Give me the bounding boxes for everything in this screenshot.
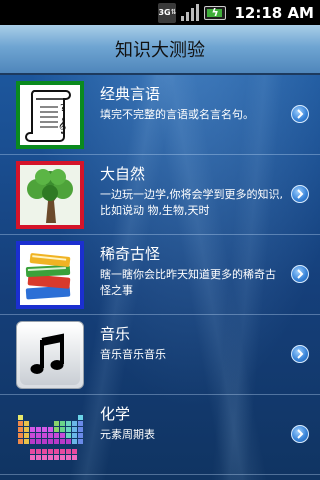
item-description: 一边玩一边学,你将会学到更多的知识,比如说动 物,生物,天时 — [100, 188, 283, 217]
list-item-nature[interactable]: 大自然 一边玩一边学,你将会学到更多的知识,比如说动 物,生物,天时 — [0, 155, 320, 235]
item-title: 经典言语 — [100, 85, 161, 103]
scroll-music-icon: ? 𝄞 — [16, 81, 84, 149]
go-arrow-icon[interactable] — [291, 425, 309, 443]
list-item-classic-sayings[interactable]: ? 𝄞 经典言语 填完不完整的言语或名言名句。 — [0, 75, 320, 155]
app-screen: 3G ⇅ ϟ 12:18 AM 知识大测验 ? 𝄞 经典言语 填完不完整的言语或… — [0, 0, 320, 480]
item-description: 音乐音乐音乐 — [100, 348, 166, 361]
category-list: ? 𝄞 经典言语 填完不完整的言语或名言名句。 大自然 一边玩一边学,你将会学到… — [0, 75, 320, 475]
list-item-music[interactable]: 音乐 音乐音乐音乐 — [0, 315, 320, 395]
signal-strength-icon — [180, 3, 200, 22]
tree-icon — [16, 161, 84, 229]
go-arrow-icon[interactable] — [291, 265, 309, 283]
page-title: 知识大测验 — [115, 40, 205, 61]
status-bar: 3G ⇅ ϟ 12:18 AM — [0, 0, 320, 25]
title-bar: 知识大测验 — [0, 25, 320, 75]
item-title: 稀奇古怪 — [100, 245, 161, 263]
go-arrow-icon[interactable] — [291, 345, 309, 363]
list-item-chemistry[interactable]: 化学 元素周期表 — [0, 395, 320, 475]
svg-text:𝄞: 𝄞 — [58, 118, 66, 134]
item-description: 元素周期表 — [100, 428, 155, 441]
list-item-oddities[interactable]: 稀奇古怪 瞎一瞎你会比昨天知道更多的稀奇古怪之事 — [0, 235, 320, 315]
periodic-table-icon — [16, 401, 84, 469]
svg-text:?: ? — [60, 103, 65, 114]
go-arrow-icon[interactable] — [291, 185, 309, 203]
books-icon — [16, 241, 84, 309]
clock: 12:18 AM — [234, 3, 314, 22]
item-title: 化学 — [100, 405, 131, 423]
item-title: 音乐 — [100, 325, 131, 343]
item-title: 大自然 — [100, 165, 146, 183]
music-note-icon — [16, 321, 84, 389]
go-arrow-icon[interactable] — [291, 105, 309, 123]
network-3g-icon: 3G ⇅ — [158, 2, 177, 23]
battery-charging-icon: ϟ — [204, 5, 227, 20]
item-description: 瞎一瞎你会比昨天知道更多的稀奇古怪之事 — [100, 268, 276, 297]
item-description: 填完不完整的言语或名言名句。 — [100, 108, 254, 121]
